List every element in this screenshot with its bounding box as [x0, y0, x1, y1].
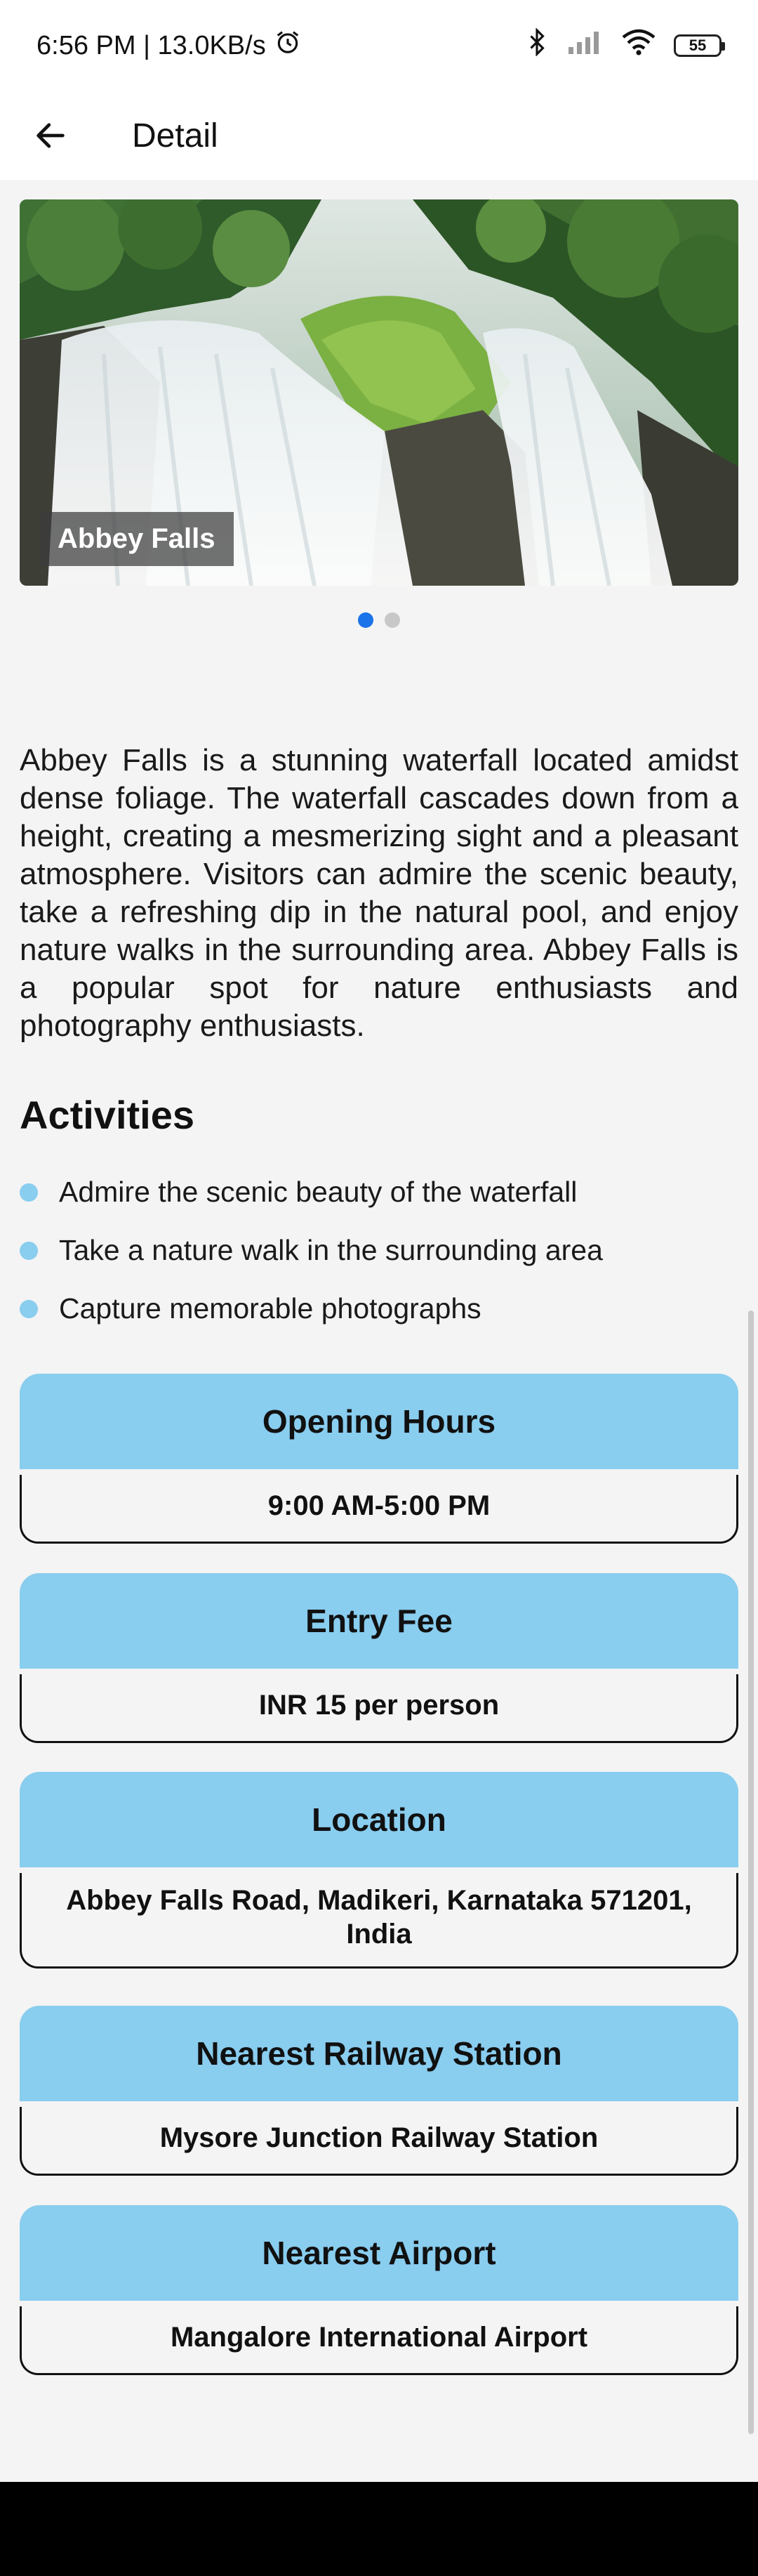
card-title: Location — [20, 1772, 738, 1867]
activity-label: Capture memorable photographs — [59, 1292, 481, 1325]
page-title: Detail — [132, 117, 218, 155]
back-button[interactable] — [15, 100, 86, 171]
navigation-bar — [0, 2482, 758, 2576]
entry-fee-card: Entry Fee INR 15 per person — [20, 1573, 738, 1743]
page-dot-active[interactable] — [358, 612, 373, 628]
image-caption: Abbey Falls — [39, 512, 234, 566]
bluetooth-icon — [525, 27, 549, 63]
page-dot[interactable] — [385, 612, 400, 628]
place-description: Abbey Falls is a stunning waterfall loca… — [20, 743, 738, 1043]
activity-item: Take a nature walk in the surrounding ar… — [20, 1221, 738, 1280]
card-value: 9:00 AM-5:00 PM — [20, 1475, 738, 1544]
battery-icon: 55 — [674, 34, 725, 57]
wifi-icon — [622, 29, 656, 63]
status-left: 6:56 PM | 13.0KB/s — [36, 29, 301, 63]
location-card: Location Abbey Falls Road, Madikeri, Kar… — [20, 1772, 738, 1969]
opening-hours-card: Opening Hours 9:00 AM-5:00 PM — [20, 1374, 738, 1544]
card-value: Mysore Junction Railway Station — [20, 2107, 738, 2176]
battery-level: 55 — [689, 37, 707, 54]
activity-label: Take a nature walk in the surrounding ar… — [59, 1234, 603, 1266]
bullet-icon — [20, 1183, 38, 1202]
card-title: Opening Hours — [20, 1374, 738, 1469]
signal-icon — [567, 30, 604, 61]
status-right: 55 — [525, 27, 725, 63]
activities-list: Admire the scenic beauty of the waterfal… — [20, 1163, 738, 1338]
status-time: 6:56 PM | 13.0KB/s — [36, 30, 266, 60]
card-title: Nearest Airport — [20, 2205, 738, 2301]
railway-station-card: Nearest Railway Station Mysore Junction … — [20, 2006, 738, 2176]
airport-card: Nearest Airport Mangalore International … — [20, 2205, 738, 2375]
page-indicator — [0, 612, 758, 628]
activity-item: Admire the scenic beauty of the waterfal… — [20, 1163, 738, 1221]
card-value: INR 15 per person — [20, 1674, 738, 1743]
status-bar: 6:56 PM | 13.0KB/s 55 — [0, 0, 758, 91]
alarm-icon — [274, 29, 301, 63]
top-app-bar: Detail — [0, 91, 758, 180]
card-title: Entry Fee — [20, 1573, 738, 1669]
bullet-icon — [20, 1241, 38, 1260]
image-carousel[interactable]: Abbey Falls — [20, 199, 738, 586]
card-value: Mangalore International Airport — [20, 2306, 738, 2375]
card-value: Abbey Falls Road, Madikeri, Karnataka 57… — [20, 1873, 738, 1969]
scrollbar[interactable] — [748, 1310, 754, 2434]
card-title: Nearest Railway Station — [20, 2006, 738, 2101]
activity-label: Admire the scenic beauty of the waterfal… — [59, 1176, 578, 1208]
bullet-icon — [20, 1299, 38, 1318]
activities-heading: Activities — [20, 1093, 194, 1137]
activity-item: Capture memorable photographs — [20, 1280, 738, 1338]
arrow-back-icon — [36, 123, 65, 148]
